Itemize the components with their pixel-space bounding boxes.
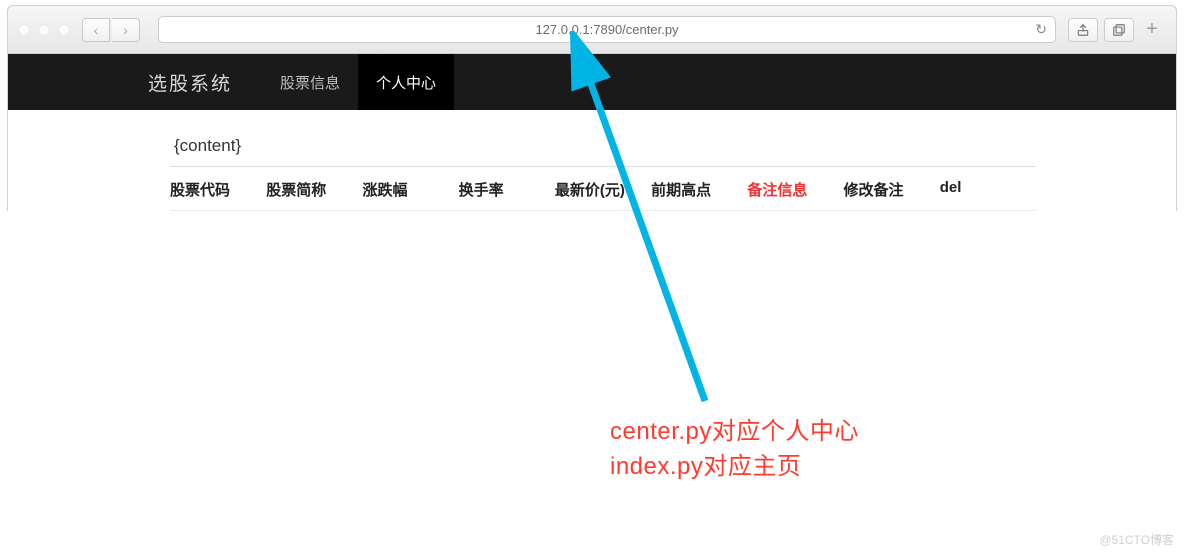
nav-item-stocks[interactable]: 股票信息 (262, 54, 358, 110)
address-bar[interactable]: 127.0.0.1:7890/center.py ↻ (158, 16, 1056, 43)
table-header: 股票代码 股票简称 涨跌幅 换手率 最新价(元) 前期高点 备注信息 修改备注 … (170, 167, 1036, 210)
col-turnover: 换手率 (459, 179, 555, 200)
url-text: 127.0.0.1:7890/center.py (535, 22, 678, 37)
tabs-button[interactable] (1104, 18, 1134, 42)
maximize-window-icon[interactable] (58, 24, 70, 36)
back-button[interactable]: ‹ (82, 18, 110, 42)
nav-item-center[interactable]: 个人中心 (358, 54, 454, 110)
share-button[interactable] (1068, 18, 1098, 42)
window-controls (18, 24, 70, 36)
browser-toolbar: ‹ › 127.0.0.1:7890/center.py ↻ + (7, 5, 1177, 54)
main-content: {content} 股票代码 股票简称 涨跌幅 换手率 最新价(元) 前期高点 … (8, 110, 1176, 211)
divider-bottom (170, 210, 1036, 211)
col-code: 股票代码 (170, 179, 266, 200)
col-prevhigh: 前期高点 (651, 179, 747, 200)
annotation-line1: center.py对应个人中心 (610, 415, 859, 450)
nav-buttons: ‹ › (82, 18, 140, 42)
new-tab-button[interactable]: + (1138, 16, 1166, 44)
app-navbar: 选股系统 股票信息 个人中心 (8, 54, 1176, 110)
page-content: 选股系统 股票信息 个人中心 {content} 股票代码 股票简称 涨跌幅 换… (7, 54, 1177, 211)
app-brand: 选股系统 (148, 69, 232, 96)
annotation-text: center.py对应个人中心 index.py对应主页 (610, 415, 859, 485)
toolbar-actions (1068, 18, 1134, 42)
col-note: 备注信息 (747, 179, 843, 200)
col-delete: del (940, 179, 1036, 200)
col-name: 股票简称 (266, 179, 362, 200)
close-window-icon[interactable] (18, 24, 30, 36)
col-change: 涨跌幅 (362, 179, 458, 200)
forward-button[interactable]: › (112, 18, 140, 42)
col-edit-note: 修改备注 (844, 179, 940, 200)
minimize-window-icon[interactable] (38, 24, 50, 36)
content-placeholder: {content} (170, 130, 1036, 166)
watermark: @51CTO博客 (1099, 531, 1174, 548)
annotation-line2: index.py对应主页 (610, 450, 859, 485)
col-price: 最新价(元) (555, 179, 651, 200)
reload-icon[interactable]: ↻ (1035, 21, 1047, 38)
